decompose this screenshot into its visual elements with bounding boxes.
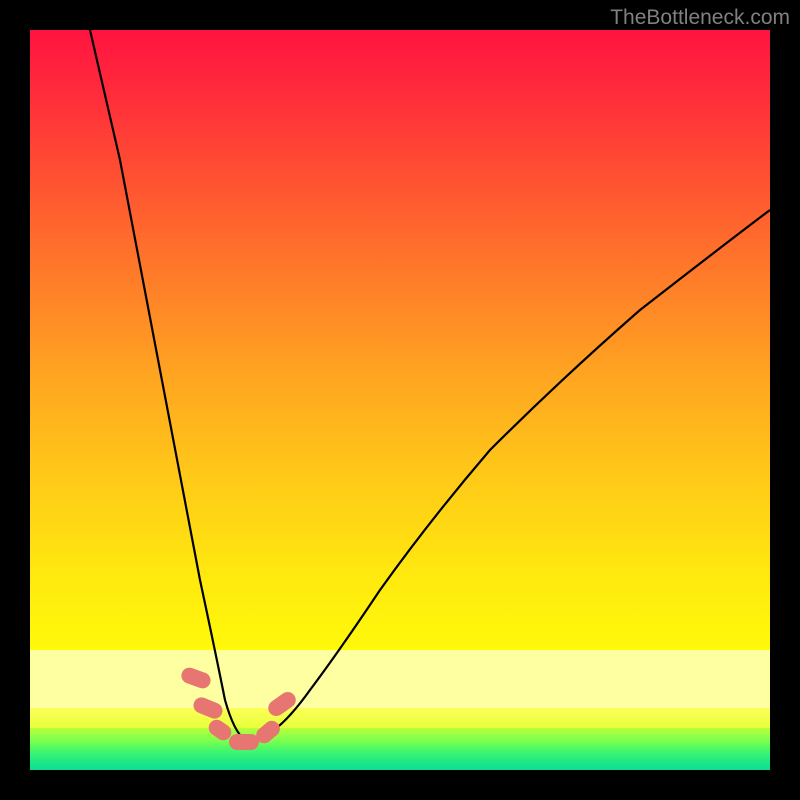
figure-frame: TheBottleneck.com [0,0,800,800]
marker-2 [191,695,225,721]
marker-4 [229,734,259,750]
marker-6 [265,689,299,719]
marker-1 [179,665,213,690]
plot-area [30,30,770,770]
watermark-text: TheBottleneck.com [610,6,790,30]
optimal-region-markers [179,665,299,750]
bottleneck-curve [90,30,770,740]
chart-svg [30,30,770,770]
